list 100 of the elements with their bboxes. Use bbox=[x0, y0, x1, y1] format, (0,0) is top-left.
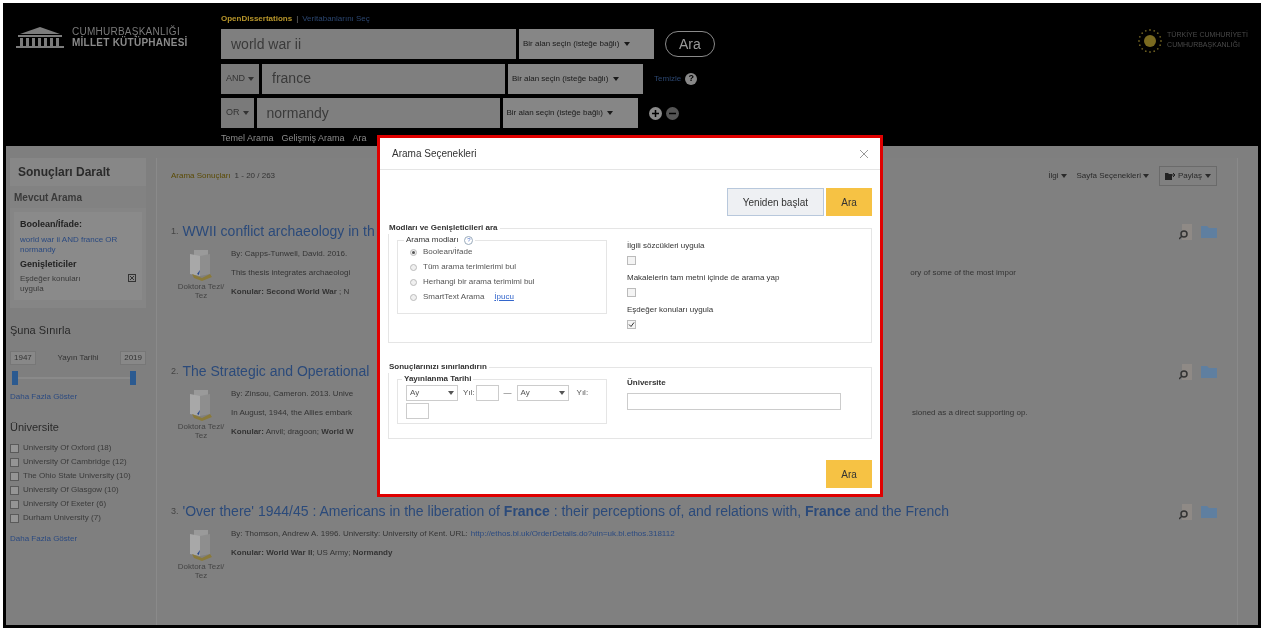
result-byline: By: Capps-Tunwell, David. 2016. bbox=[231, 248, 348, 260]
checkbox[interactable] bbox=[10, 500, 19, 509]
document-search-icon[interactable] bbox=[1179, 363, 1193, 380]
result-abstract: This thesis integrates archaeologi bbox=[231, 267, 351, 279]
checkbox[interactable] bbox=[627, 288, 636, 297]
radio-label[interactable]: Boolean/İfade bbox=[423, 246, 473, 258]
remove-icon[interactable] bbox=[128, 274, 136, 282]
results-label: Arama Sonuçları bbox=[171, 170, 231, 182]
operator-dropdown[interactable]: AND bbox=[221, 63, 259, 94]
checkbox[interactable] bbox=[627, 320, 636, 329]
result-subjects: Konular: World War II; US Army; Normandy bbox=[231, 547, 393, 559]
clear-link[interactable]: Temizle bbox=[654, 72, 682, 85]
section-title: Üniversite bbox=[10, 419, 60, 435]
checkbox[interactable] bbox=[10, 472, 19, 481]
radio-label[interactable]: Tüm arama terimlerimi bul bbox=[423, 261, 516, 273]
search-button[interactable]: Ara bbox=[826, 460, 872, 488]
page-options-dropdown[interactable]: Sayfa Seçenekleri bbox=[1076, 170, 1149, 182]
year-label: Yıl: bbox=[463, 387, 475, 399]
caret-icon bbox=[607, 111, 613, 116]
operator-dropdown[interactable]: OR bbox=[221, 98, 254, 129]
result-number: 1. bbox=[171, 224, 179, 238]
sidebar-title: Sonuçları Daralt bbox=[18, 164, 111, 181]
field-label: Üniversite bbox=[627, 377, 667, 389]
month-dropdown[interactable]: Ay bbox=[406, 385, 458, 401]
option-label: İlgili sözcükleri uygula bbox=[627, 240, 706, 252]
slider-thumb[interactable] bbox=[130, 370, 136, 385]
field-dropdown[interactable]: Bir alan seçin (isteğe bağlı) bbox=[508, 63, 643, 94]
checkbox[interactable] bbox=[10, 514, 19, 523]
search-field[interactable]: normandy bbox=[256, 98, 500, 129]
filter-label[interactable]: University Of Oxford (18) bbox=[23, 443, 112, 453]
filter-label[interactable]: University Of Glasgow (10) bbox=[23, 485, 119, 495]
radio-button[interactable] bbox=[410, 293, 417, 301]
show-more-link[interactable]: Daha Fazla Göster bbox=[10, 533, 146, 545]
radio-button[interactable] bbox=[410, 248, 417, 256]
reset-button[interactable]: Yeniden başlat bbox=[726, 188, 824, 216]
logo-text: CUMHURBAŞKANLIĞI bbox=[72, 26, 180, 37]
radio-button[interactable] bbox=[410, 278, 417, 286]
result-title[interactable]: WWII conflict archaeology in th bbox=[182, 221, 375, 242]
results-count: 1 - 20 / 263 bbox=[234, 170, 276, 182]
checkbox[interactable] bbox=[10, 444, 19, 453]
share-button[interactable]: Paylaş bbox=[1159, 166, 1217, 186]
sort-dropdown[interactable]: İlgi bbox=[1048, 170, 1067, 182]
group-legend: Yayınlanma Tarihi bbox=[402, 373, 474, 385]
checkbox[interactable] bbox=[10, 458, 19, 467]
search-mode-link[interactable]: Temel Arama bbox=[221, 132, 274, 146]
university-field[interactable] bbox=[627, 393, 841, 410]
checkbox[interactable] bbox=[10, 486, 19, 495]
range-dash: — bbox=[503, 387, 512, 399]
result-subjects: Konular: Anvil; dragoon; World W bbox=[231, 426, 354, 438]
search-mode-link[interactable]: Gelişmiş Arama bbox=[281, 132, 345, 146]
year-field[interactable] bbox=[475, 385, 499, 401]
help-icon[interactable]: ? bbox=[685, 72, 698, 85]
close-icon[interactable] bbox=[860, 149, 868, 158]
caret-icon bbox=[612, 76, 619, 81]
search-mode-link[interactable]: Ara bbox=[352, 132, 367, 146]
remove-row-icon[interactable] bbox=[665, 106, 679, 120]
document-search-icon[interactable] bbox=[1179, 503, 1193, 520]
result-byline: By: Thomson, Andrew A. 1996. University: University of Kent. URL: bbox=[231, 528, 468, 540]
year-field[interactable]: 1947 bbox=[10, 350, 36, 365]
group-legend: Sonuçlarınızı sınırlandırın bbox=[387, 361, 489, 373]
section-label: Boolean/İfade: bbox=[20, 218, 83, 231]
search-field[interactable]: france bbox=[262, 63, 505, 94]
caret-icon bbox=[242, 111, 249, 116]
radio-label[interactable]: Herhangi bir arama terimimi bul bbox=[423, 276, 535, 288]
add-row-icon[interactable] bbox=[648, 106, 662, 120]
search-button[interactable]: Ara bbox=[826, 188, 872, 216]
year-field[interactable]: 2019 bbox=[120, 350, 146, 365]
show-more-link[interactable]: Daha Fazla Göster bbox=[10, 390, 146, 403]
month-dropdown[interactable]: Ay bbox=[516, 385, 569, 401]
section-title: Mevcut Arama bbox=[14, 190, 82, 205]
document-search-icon[interactable] bbox=[1179, 223, 1193, 240]
source-tab[interactable]: Veritabanlarını Seç bbox=[302, 12, 370, 25]
checkbox[interactable] bbox=[627, 256, 636, 265]
range-label: Yayın Tarihi bbox=[57, 351, 99, 364]
field-dropdown[interactable]: Bir alan seçin (isteğe bağlı) bbox=[519, 29, 654, 60]
search-field[interactable]: world war ii bbox=[221, 29, 516, 60]
result-subjects: Konular: Second World War ; N bbox=[231, 286, 350, 298]
caret-icon bbox=[558, 391, 565, 395]
option-label: Makalelerin tam metni içinde de arama yap bbox=[627, 272, 780, 284]
expander-label: Eşdeğer konuları uygula bbox=[20, 274, 82, 294]
radio-button[interactable] bbox=[410, 263, 417, 271]
year-field[interactable] bbox=[406, 403, 429, 419]
year-label: Yıl: bbox=[576, 387, 589, 399]
result-title[interactable]: The Strategic and Operational bbox=[182, 361, 370, 382]
logo-text: MİLLET KÜTÜPHANESİ bbox=[72, 37, 188, 48]
caret-icon bbox=[448, 391, 454, 395]
result-title[interactable]: 'Over there' 1944/45 : Americans in the liberation of France : their perceptions of, and relations with, France and the French bbox=[182, 501, 949, 522]
tip-link[interactable]: İpucu bbox=[494, 291, 514, 303]
slider-thumb[interactable] bbox=[12, 370, 18, 385]
source-tab[interactable]: OpenDissertations bbox=[221, 12, 293, 25]
field-dropdown[interactable]: Bir alan seçin (isteğe bağlı) bbox=[502, 98, 638, 129]
library-logo-icon bbox=[16, 26, 64, 48]
query-link[interactable]: world war ii AND france OR normandy bbox=[20, 234, 136, 255]
result-url-link[interactable]: http://ethos.bl.uk/OrderDetails.do?uin=uk.bl.ethos.318112 bbox=[470, 528, 675, 540]
filter-label[interactable]: University Of Exeter (6) bbox=[23, 499, 107, 509]
group-legend: Arama modları bbox=[406, 234, 459, 246]
caret-icon bbox=[1060, 174, 1067, 178]
radio-label[interactable]: SmartText Arama bbox=[423, 291, 485, 303]
caret-icon bbox=[248, 76, 254, 81]
group-legend: Modları ve Genişleticileri ara bbox=[387, 222, 500, 234]
